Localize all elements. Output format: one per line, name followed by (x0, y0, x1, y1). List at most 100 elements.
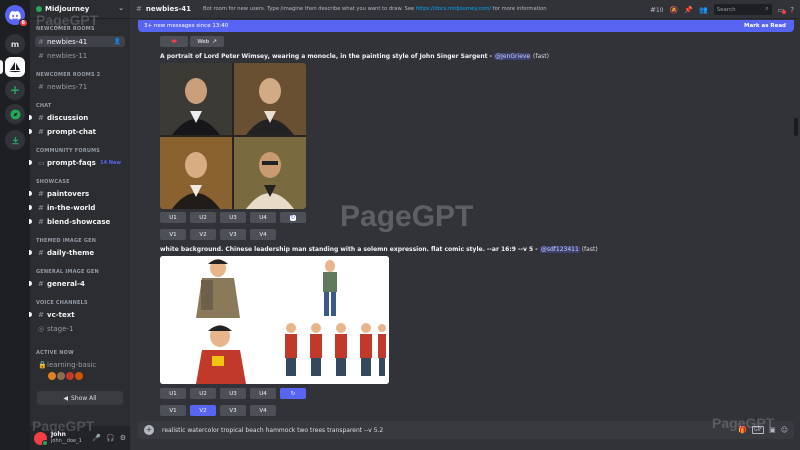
generated-image-grid[interactable] (160, 256, 389, 384)
gear-icon[interactable]: ⚙ (120, 434, 126, 442)
v4-button[interactable]: V4 (250, 229, 276, 240)
hash-icon: # (38, 37, 44, 46)
v4-button[interactable]: V4 (250, 405, 276, 416)
u4-label: U4 (259, 390, 267, 397)
show-all-button[interactable]: ◀ Show All (37, 391, 123, 405)
refresh-icon: ↻ (290, 390, 296, 397)
add-server-icon[interactable]: + (5, 80, 25, 100)
heart-reaction-button[interactable]: ❤ (160, 36, 188, 47)
v3-label: V3 (229, 231, 237, 238)
avatar[interactable] (48, 372, 56, 380)
u2-button[interactable]: U2 (190, 212, 216, 223)
web-link-button[interactable]: Web ↗ (190, 36, 224, 47)
channel-label: in-the-world (47, 203, 96, 212)
unread-indicator (29, 219, 32, 224)
u1-button[interactable]: U1 (160, 388, 186, 399)
u1-button[interactable]: U1 (160, 212, 186, 223)
sidebar-item-stage-1[interactable]: ◎ stage-1 (35, 323, 125, 334)
stage-icon: ◎ (38, 324, 45, 333)
v4-label: V4 (259, 231, 267, 238)
explore-icon[interactable] (5, 104, 25, 124)
message-prompt: white background. Chinese leadership man… (160, 246, 598, 253)
midjourney-server-icon[interactable] (5, 57, 25, 77)
category-general-image-gen[interactable]: GENERAL IMAGE GEN (36, 269, 99, 275)
v3-button[interactable]: V3 (220, 405, 246, 416)
u4-button[interactable]: U4 (250, 212, 276, 223)
sidebar-item-newbies-11[interactable]: # newbies-11 (35, 50, 125, 61)
v2-label: V2 (199, 407, 207, 414)
avatar[interactable] (57, 372, 65, 380)
v2-button[interactable]: V2 (190, 229, 216, 240)
attach-plus-icon[interactable]: + (144, 425, 154, 435)
u1-label: U1 (169, 214, 177, 221)
sidebar-item-prompt-faqs[interactable]: ▭ prompt-faqs 14 New (29, 157, 125, 168)
sidebar-item-newbies-71[interactable]: # newbies-71 (35, 81, 125, 92)
mark-as-read-button[interactable]: Mark as Read (744, 23, 786, 29)
channel-label: prompt-chat (47, 127, 97, 136)
sidebar-item-daily-theme[interactable]: # daily-theme (29, 247, 125, 258)
topic-link[interactable]: https://docs.midjourney.com/ (416, 6, 491, 12)
members-icon[interactable]: 👥 (699, 6, 708, 14)
category-chat[interactable]: CHAT (36, 103, 52, 109)
search-input[interactable]: Search ⌕ (713, 4, 772, 15)
add-member-icon[interactable]: 👤 (114, 38, 121, 45)
u3-button[interactable]: U3 (220, 212, 246, 223)
user-mention[interactable]: @sdf123411 (539, 246, 580, 253)
scrollbar-thumb[interactable] (794, 118, 798, 136)
refresh-icon: ↻ (289, 214, 297, 221)
mute-bell-icon[interactable]: 🔕 (670, 6, 679, 14)
reroll-button[interactable]: ↻ (280, 388, 306, 399)
channel-label: discussion (47, 113, 89, 122)
sidebar-item-discussion[interactable]: # discussion (29, 112, 125, 123)
external-link-icon: ↗ (212, 38, 217, 45)
u4-button[interactable]: U4 (250, 388, 276, 399)
download-icon[interactable] (5, 130, 25, 150)
hash-icon: # (38, 189, 44, 198)
unread-indicator (29, 191, 32, 196)
emoji-icon[interactable]: ☺ (781, 426, 788, 434)
server-m-icon[interactable]: m (5, 34, 25, 54)
sidebar-item-vc-text[interactable]: # vc-text (29, 309, 125, 320)
sidebar-item-general-4[interactable]: # general-4 (29, 278, 125, 289)
channel-topic[interactable]: Bot room for new users. Type /imagine th… (203, 6, 547, 12)
sidebar-item-newbies-41[interactable]: # newbies-41 👤 (35, 36, 125, 47)
sidebar-item-blend-showcase[interactable]: # blend-showcase (29, 216, 125, 227)
message-input[interactable]: + realistic watercolor tropical beach ha… (138, 421, 794, 439)
v3-button[interactable]: V3 (220, 229, 246, 240)
reroll-button[interactable]: ↻ (280, 212, 306, 223)
pin-icon[interactable]: 📌 (684, 6, 693, 14)
discord-home-icon[interactable]: 6 (5, 5, 28, 27)
category-community-forums[interactable]: COMMUNITY FORUMS (36, 148, 100, 154)
u2-button[interactable]: U2 (190, 388, 216, 399)
new-messages-banner[interactable]: 3+ new messages since 13:40 Mark as Read (138, 20, 794, 32)
help-icon[interactable]: ? (790, 6, 794, 14)
server-rail: 6 m + (0, 0, 30, 450)
inbox-icon[interactable]: ▭ (778, 6, 787, 14)
v1-button[interactable]: V1 (160, 405, 186, 416)
category-themed-image-gen[interactable]: THEMED IMAGE GEN (36, 238, 96, 244)
unread-indicator (29, 129, 32, 134)
u3-button[interactable]: U3 (220, 388, 246, 399)
sidebar-item-prompt-chat[interactable]: # prompt-chat (29, 126, 125, 137)
mute-mic-icon[interactable]: 🎤 (92, 434, 101, 442)
channel-label: learning-basic (47, 360, 97, 369)
generated-image-grid[interactable] (160, 63, 306, 209)
category-voice-channels[interactable]: VOICE CHANNELS (36, 300, 88, 306)
headphones-icon[interactable]: 🎧 (106, 434, 115, 442)
category-showcase[interactable]: SHOWCASE (36, 179, 70, 185)
user-controls: 🎤 🎧 ⚙ (92, 434, 126, 442)
threads-icon[interactable]: #10 (650, 6, 664, 14)
sidebar-item-in-the-world[interactable]: # in-the-world (29, 202, 125, 213)
user-mention[interactable]: @JenGrieve (494, 53, 532, 60)
v1-button[interactable]: V1 (160, 229, 186, 240)
message-input-value[interactable]: realistic watercolor tropical beach hamm… (162, 427, 383, 434)
hash-icon: # (136, 5, 142, 13)
sidebar-item-paintovers[interactable]: # paintovers (29, 188, 125, 199)
v2-button-selected[interactable]: V2 (190, 405, 216, 416)
active-avatars[interactable] (48, 372, 83, 380)
avatar[interactable] (66, 372, 74, 380)
v1-label: V1 (169, 407, 177, 414)
sidebar-item-learning-basic[interactable]: 🔒 learning-basic (35, 359, 125, 370)
category-newcomer-rooms-2[interactable]: NEWCOMER ROOMS 2 (36, 72, 100, 78)
avatar[interactable] (75, 372, 83, 380)
